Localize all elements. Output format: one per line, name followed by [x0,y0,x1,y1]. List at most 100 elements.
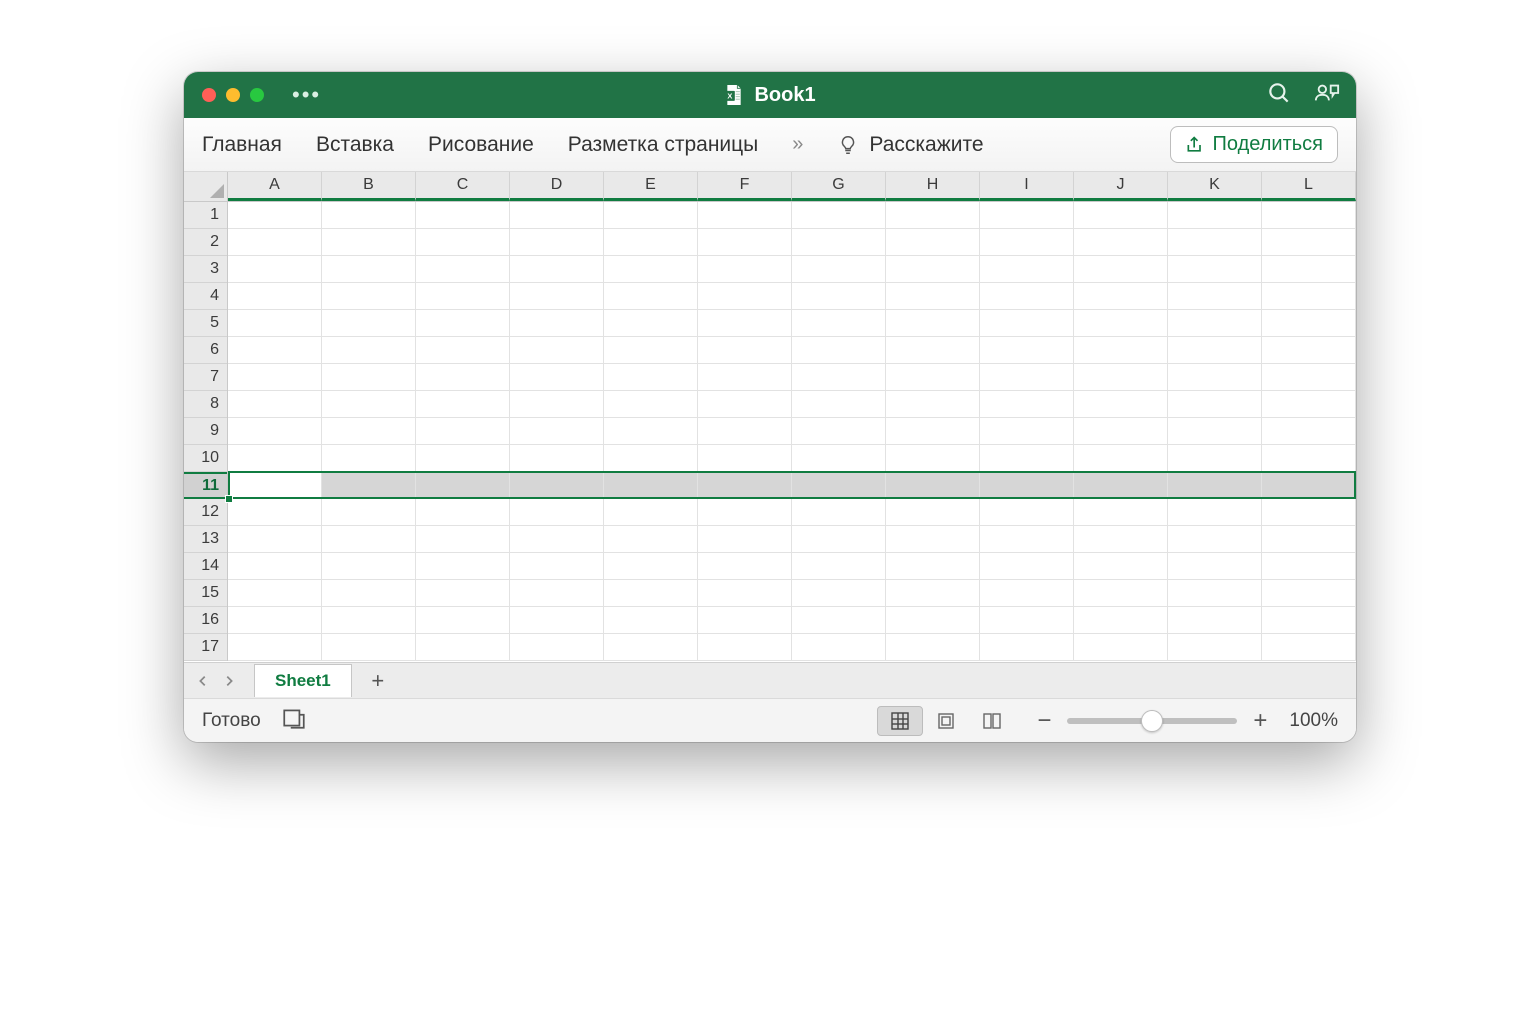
cell[interactable] [604,418,698,445]
column-header[interactable]: F [698,172,792,201]
cell[interactable] [1168,553,1262,580]
add-sheet-button[interactable]: + [362,668,394,694]
cell[interactable] [604,553,698,580]
cell[interactable] [604,364,698,391]
cell[interactable] [1168,418,1262,445]
cell[interactable] [604,202,698,229]
cell[interactable] [1262,310,1356,337]
sheet-tab-active[interactable]: Sheet1 [254,664,352,697]
cell[interactable] [322,445,416,472]
cell[interactable] [886,337,980,364]
cell[interactable] [1074,580,1168,607]
cell[interactable] [886,580,980,607]
row-header[interactable]: 13 [184,526,227,553]
cell[interactable] [980,634,1074,661]
cell[interactable] [980,202,1074,229]
cell[interactable] [792,283,886,310]
cell[interactable] [792,391,886,418]
cell[interactable] [698,499,792,526]
cell[interactable] [510,445,604,472]
cell[interactable] [510,256,604,283]
cell[interactable] [510,229,604,256]
cell[interactable] [322,229,416,256]
cell[interactable] [416,310,510,337]
cell[interactable] [698,418,792,445]
column-header[interactable]: H [886,172,980,201]
cell[interactable] [1168,310,1262,337]
cell[interactable] [1168,202,1262,229]
cell[interactable] [228,553,322,580]
cell[interactable] [698,229,792,256]
cell[interactable] [886,283,980,310]
cell[interactable] [228,445,322,472]
cell[interactable] [1262,364,1356,391]
cell[interactable] [980,499,1074,526]
cell[interactable] [886,634,980,661]
cell[interactable] [1262,202,1356,229]
cell[interactable] [510,337,604,364]
cell[interactable] [416,337,510,364]
cell[interactable] [416,283,510,310]
cell[interactable] [1168,580,1262,607]
cell[interactable] [1074,418,1168,445]
cell[interactable] [1074,229,1168,256]
cell[interactable] [1074,499,1168,526]
cell[interactable] [510,499,604,526]
cell[interactable] [416,445,510,472]
column-header[interactable]: G [792,172,886,201]
cell[interactable] [792,364,886,391]
row-header[interactable]: 8 [184,391,227,418]
tab-home[interactable]: Главная [202,133,282,157]
cell[interactable] [980,472,1074,499]
cell[interactable] [322,634,416,661]
fullscreen-window-button[interactable] [250,88,264,102]
cell[interactable] [792,229,886,256]
cell[interactable] [604,391,698,418]
cell[interactable] [792,337,886,364]
cell[interactable] [1074,391,1168,418]
cell[interactable] [322,310,416,337]
cell[interactable] [322,391,416,418]
cell[interactable] [792,472,886,499]
cell[interactable] [980,526,1074,553]
zoom-percent-label[interactable]: 100% [1289,710,1338,732]
cell[interactable] [228,283,322,310]
cell[interactable] [1262,607,1356,634]
cell[interactable] [1168,499,1262,526]
cell[interactable] [416,391,510,418]
cell[interactable] [604,580,698,607]
cell[interactable] [510,202,604,229]
cell[interactable] [322,526,416,553]
cell[interactable] [980,553,1074,580]
cell[interactable] [886,256,980,283]
cell[interactable] [886,472,980,499]
tab-insert[interactable]: Вставка [316,133,394,157]
cell[interactable] [416,256,510,283]
ribbon-overflow-icon[interactable]: » [792,133,803,156]
cell[interactable] [1074,310,1168,337]
cell[interactable] [228,391,322,418]
cell[interactable] [510,283,604,310]
cell[interactable] [698,310,792,337]
column-header[interactable]: L [1262,172,1356,201]
row-header[interactable]: 12 [184,499,227,526]
cell[interactable] [604,634,698,661]
cell[interactable] [886,229,980,256]
cell[interactable] [604,337,698,364]
cell[interactable] [604,445,698,472]
cell[interactable] [1074,607,1168,634]
tab-draw[interactable]: Рисование [428,133,534,157]
cell[interactable] [886,607,980,634]
row-header[interactable]: 11 [184,472,227,499]
cell[interactable] [792,607,886,634]
cell[interactable] [698,337,792,364]
cell[interactable] [1074,283,1168,310]
cell[interactable] [228,337,322,364]
cell[interactable] [980,283,1074,310]
cell[interactable] [416,634,510,661]
cell[interactable] [1168,391,1262,418]
sheet-nav-next[interactable] [218,670,240,692]
cell[interactable] [886,202,980,229]
row-header[interactable]: 5 [184,310,227,337]
column-header[interactable]: C [416,172,510,201]
